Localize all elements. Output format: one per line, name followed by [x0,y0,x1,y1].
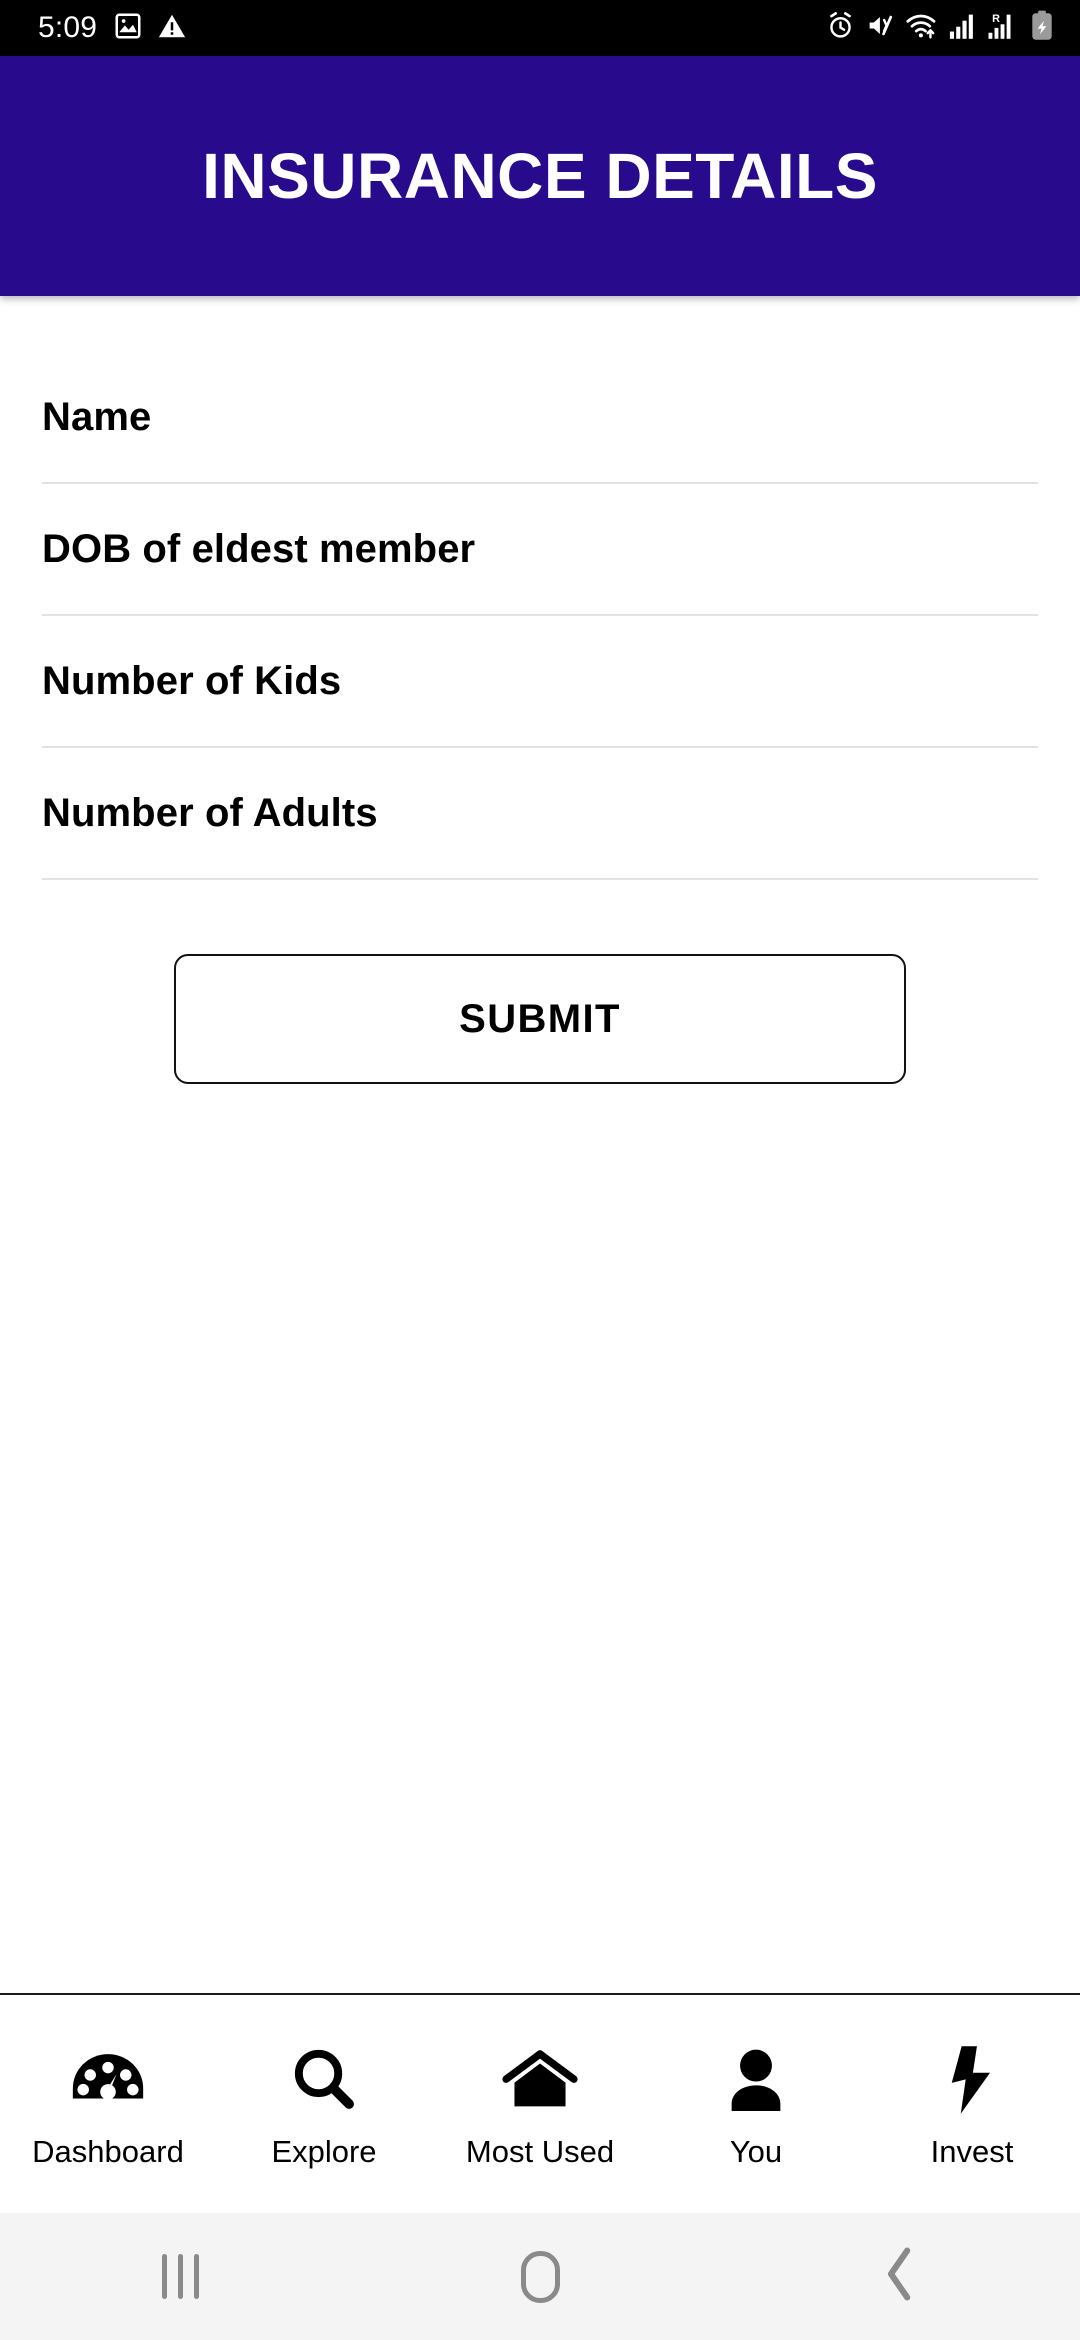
bottom-navigation-bar: Dashboard Explore Most Used You Invest [0,1993,1080,2213]
nav-item-most-used[interactable]: Most Used [432,1995,648,2213]
chevron-left-icon [883,2247,917,2306]
nav-label-invest: Invest [930,2133,1014,2169]
nav-label-most-used: Most Used [465,2133,615,2169]
nav-item-you[interactable]: You [648,1995,864,2213]
submit-button-container: SUBMIT [42,880,1038,1084]
status-bar: 5:09 R [0,0,1080,56]
submit-button[interactable]: SUBMIT [174,954,906,1084]
search-icon [289,2042,359,2118]
nav-item-dashboard[interactable]: Dashboard [0,1995,216,2213]
submit-button-label: SUBMIT [459,997,621,1041]
system-navigation-bar [0,2213,1080,2340]
nav-item-explore[interactable]: Explore [216,1995,432,2213]
battery-charging-icon [1030,10,1054,46]
image-icon [113,11,143,46]
form-content: Name DOB of eldest member Number of Kids… [0,296,1080,1993]
alarm-clock-icon [826,11,855,45]
page-title: INSURANCE DETAILS [202,140,878,212]
svg-text:R: R [992,13,1000,25]
field-label-adults: Number of Adults [42,791,378,835]
field-label-dob: DOB of eldest member [42,527,476,571]
speedometer-icon [71,2042,145,2118]
warning-triangle-icon [157,11,187,46]
field-label-kids: Number of Kids [42,659,342,703]
recents-icon [161,2254,199,2299]
nav-label-explore: Explore [271,2133,377,2169]
back-button[interactable] [720,2247,1080,2306]
field-row-kids[interactable]: Number of Kids [42,616,1038,748]
status-bar-clock: 5:09 [38,11,98,44]
recents-button[interactable] [0,2254,360,2299]
field-label-name: Name [42,395,152,439]
nav-label-dashboard: Dashboard [32,2133,184,2169]
status-bar-left-icons [113,11,187,46]
wifi-icon [906,11,937,45]
field-row-name[interactable]: Name [42,352,1038,484]
nav-item-invest[interactable]: Invest [864,1995,1080,2213]
signal-bars-icon [948,11,976,45]
app-header: INSURANCE DETAILS [0,56,1080,296]
status-bar-right-icons: R [826,10,1054,46]
home-pill-icon [520,2250,560,2303]
field-row-dob[interactable]: DOB of eldest member [42,484,1038,616]
person-icon [725,2042,787,2118]
field-row-adults[interactable]: Number of Adults [42,748,1038,880]
lightning-bolt-icon [947,2042,997,2118]
home-icon [502,2042,578,2118]
nav-label-you: You [729,2133,783,2169]
phone-screen: 5:09 R INSURANCE DETAILS Name DOB of eld… [0,0,1080,2340]
roaming-signal-icon: R [987,11,1019,45]
home-button[interactable] [360,2250,720,2303]
mute-vibrate-icon [866,11,895,45]
